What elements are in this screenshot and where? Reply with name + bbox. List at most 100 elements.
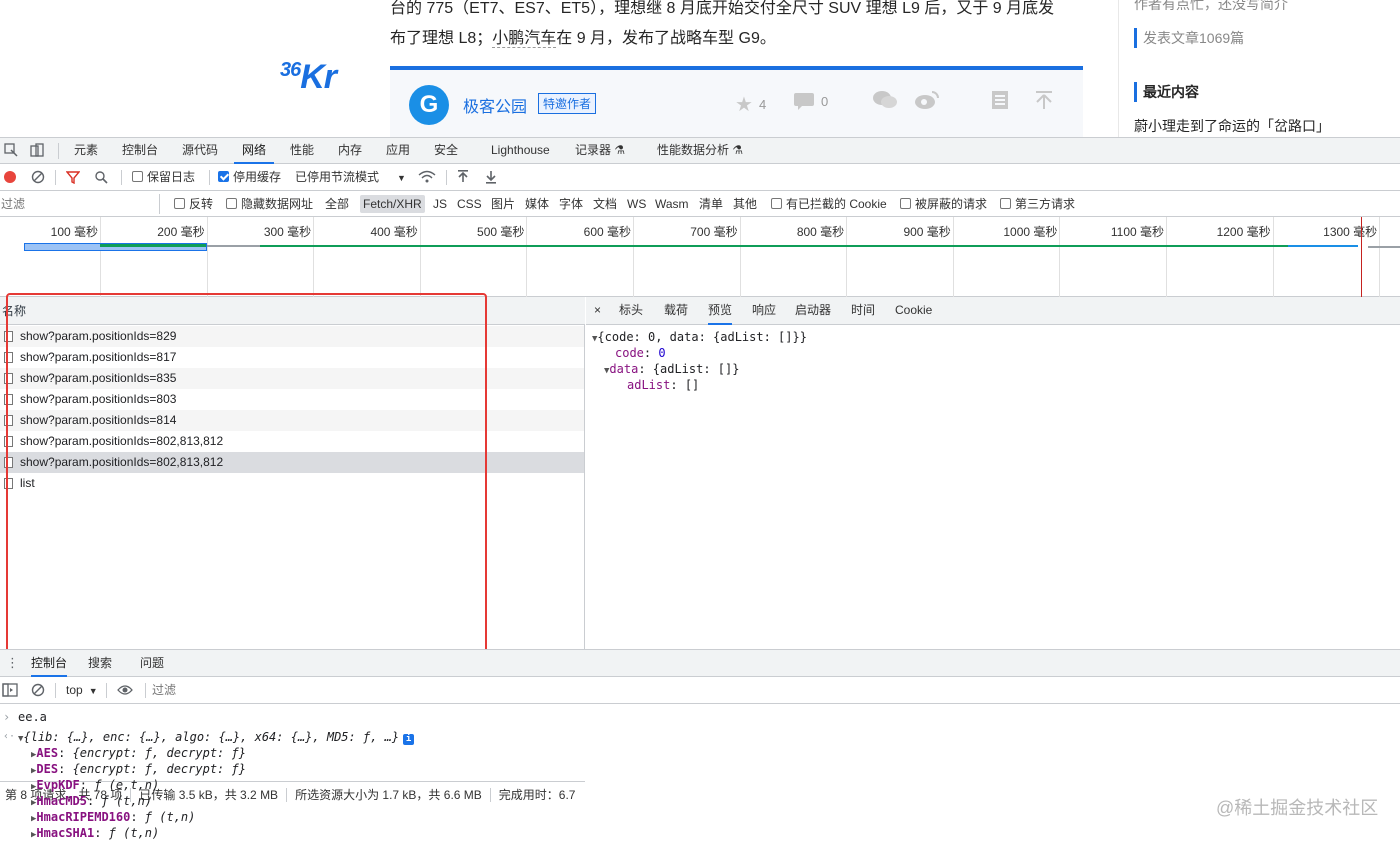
author-article-count: 发表文章1069篇	[1134, 28, 1244, 48]
tab-8[interactable]: Lighthouse	[491, 138, 550, 164]
request-row[interactable]: show?param.positionIds=802,813,812	[0, 431, 584, 452]
weibo-share-icon[interactable]	[914, 90, 940, 116]
search-icon[interactable]	[94, 164, 108, 190]
like-button[interactable]: ★ 4	[735, 92, 766, 117]
timeline-tick-label: 600 毫秒	[583, 225, 631, 239]
tab-4[interactable]: 性能	[290, 138, 314, 164]
company-link[interactable]: 小鹏汽车	[492, 30, 557, 48]
third-party-checkbox[interactable]: 第三方请求	[1000, 191, 1075, 217]
recent-content-item[interactable]: 蔚小理走到了命运的「岔路口」	[1134, 116, 1330, 136]
request-name: show?param.positionIds=802,813,812	[20, 455, 224, 469]
console-toolbar: top ▼	[0, 677, 1400, 704]
timeline-gridline	[419, 217, 421, 297]
filter-type-5[interactable]: 媒体	[522, 195, 552, 213]
timeline-gridline	[1166, 217, 1167, 297]
tab-9[interactable]: 记录器 ⚗	[575, 138, 625, 164]
drawer-tab-2[interactable]: 问题	[140, 650, 164, 677]
tab-7[interactable]: 安全	[434, 138, 458, 164]
close-detail-icon[interactable]: ×	[594, 297, 601, 325]
request-name: show?param.positionIds=829	[20, 329, 177, 343]
site-logo[interactable]: 36Kr	[280, 58, 337, 97]
request-row[interactable]: show?param.positionIds=817	[0, 347, 584, 368]
filter-type-9[interactable]: Wasm	[652, 195, 692, 213]
inspect-element-icon[interactable]	[3, 143, 19, 159]
import-har-icon[interactable]	[457, 164, 469, 190]
detail-tab-7[interactable]: Cookie	[895, 297, 932, 325]
comment-button[interactable]: 0	[793, 92, 828, 110]
watermark: @稀土掘金技术社区	[1216, 798, 1379, 818]
file-icon	[4, 373, 13, 384]
request-row[interactable]: show?param.positionIds=803	[0, 389, 584, 410]
export-har-icon[interactable]	[485, 164, 497, 190]
detail-tab-3[interactable]: 预览	[708, 297, 733, 325]
column-header-name[interactable]: 名称	[0, 297, 585, 325]
back-to-top-icon[interactable]	[1034, 90, 1054, 116]
document-icon[interactable]	[990, 90, 1010, 116]
author-name[interactable]: 极客公园	[463, 93, 527, 117]
drawer-tab-bar: ⋮ 控制台 搜索 问题	[0, 650, 1400, 677]
network-overview[interactable]: 100 毫秒 200 毫秒 300 毫秒 400 毫秒 500 毫秒 600 毫秒 700 …	[0, 217, 1400, 297]
tab-2[interactable]: 源代码	[182, 138, 218, 164]
detail-tab-2[interactable]: 载荷	[664, 297, 688, 325]
blocked-requests-checkbox[interactable]: 被屏蔽的请求	[900, 191, 987, 217]
filter-type-11[interactable]: 其他	[730, 195, 760, 213]
filter-type-3[interactable]: CSS	[454, 195, 485, 213]
detail-tab-5[interactable]: 启动器	[795, 297, 831, 325]
record-button[interactable]	[4, 164, 16, 190]
blocked-cookies-checkbox[interactable]: 有已拦截的 Cookie	[771, 191, 887, 217]
chevron-down-icon: ▼	[397, 173, 406, 183]
request-row[interactable]: show?param.positionIds=814	[0, 410, 584, 431]
info-icon[interactable]: i	[403, 734, 415, 745]
device-toolbar-icon[interactable]	[29, 143, 45, 159]
request-row[interactable]: show?param.positionIds=829	[0, 326, 584, 347]
sidebar-toggle-icon[interactable]	[2, 683, 18, 700]
request-name: show?param.positionIds=835	[20, 371, 177, 385]
request-row[interactable]: show?param.positionIds=802,813,812	[0, 452, 584, 473]
request-name: show?param.positionIds=803	[20, 392, 177, 406]
context-select[interactable]: top ▼	[66, 677, 98, 703]
filter-type-4[interactable]: 图片	[488, 195, 518, 213]
filter-type-2[interactable]: JS	[430, 195, 450, 213]
preserve-log-checkbox[interactable]: 保留日志	[132, 164, 195, 190]
clear-console-icon[interactable]	[31, 683, 45, 700]
drawer-tab-0[interactable]: 控制台	[31, 650, 68, 677]
filter-type-0[interactable]: 全部	[322, 195, 352, 213]
tab-10[interactable]: 性能数据分析 ⚗	[657, 138, 743, 164]
request-row[interactable]: show?param.positionIds=835	[0, 368, 584, 389]
clear-icon[interactable]	[31, 164, 45, 190]
filter-type-7[interactable]: 文档	[590, 195, 620, 213]
console-filter-input[interactable]	[152, 680, 552, 700]
author-avatar[interactable]: G	[409, 85, 449, 125]
throttle-select[interactable]: 已停用节流模式 ▼	[295, 164, 406, 190]
filter-type-8[interactable]: WS	[624, 195, 649, 213]
checkbox-icon	[226, 198, 237, 209]
disable-cache-checkbox[interactable]: 停用缓存	[218, 164, 281, 190]
tab-3[interactable]: 网络	[234, 138, 275, 164]
filter-type-6[interactable]: 字体	[556, 195, 586, 213]
wechat-share-icon[interactable]	[872, 90, 898, 116]
toolbar-divider	[55, 170, 56, 185]
timeline-tick-label: 100 毫秒	[50, 225, 98, 239]
request-row[interactable]: list	[0, 473, 584, 494]
filter-type-1[interactable]: Fetch/XHR	[360, 195, 425, 213]
filter-input[interactable]	[0, 194, 160, 214]
timeline-tick-label: 1200 毫秒	[1216, 225, 1271, 239]
detail-tab-4[interactable]: 响应	[752, 297, 776, 325]
network-conditions-icon[interactable]	[418, 164, 436, 190]
more-options-icon[interactable]: ⋮	[6, 655, 19, 671]
console-input-line[interactable]: ee.a	[18, 709, 47, 725]
console-prop-row[interactable]: ▶HmacSHA1: ƒ (t,n)	[31, 825, 159, 843]
tab-0[interactable]: 元素	[74, 138, 98, 164]
eye-icon[interactable]	[117, 683, 133, 700]
drawer-tab-1[interactable]: 搜索	[88, 650, 112, 677]
hide-data-urls-checkbox[interactable]: 隐藏数据网址	[226, 191, 313, 217]
detail-tab-1[interactable]: 标头	[619, 297, 643, 325]
filter-type-10[interactable]: 清单	[696, 195, 726, 213]
tab-6[interactable]: 应用	[386, 138, 410, 164]
detail-tab-6[interactable]: 时间	[851, 297, 875, 325]
tab-1[interactable]: 控制台	[122, 138, 158, 164]
timeline-gridline	[846, 217, 848, 297]
filter-icon[interactable]	[65, 164, 81, 190]
invert-checkbox[interactable]: 反转	[174, 191, 213, 217]
tab-5[interactable]: 内存	[338, 138, 362, 164]
